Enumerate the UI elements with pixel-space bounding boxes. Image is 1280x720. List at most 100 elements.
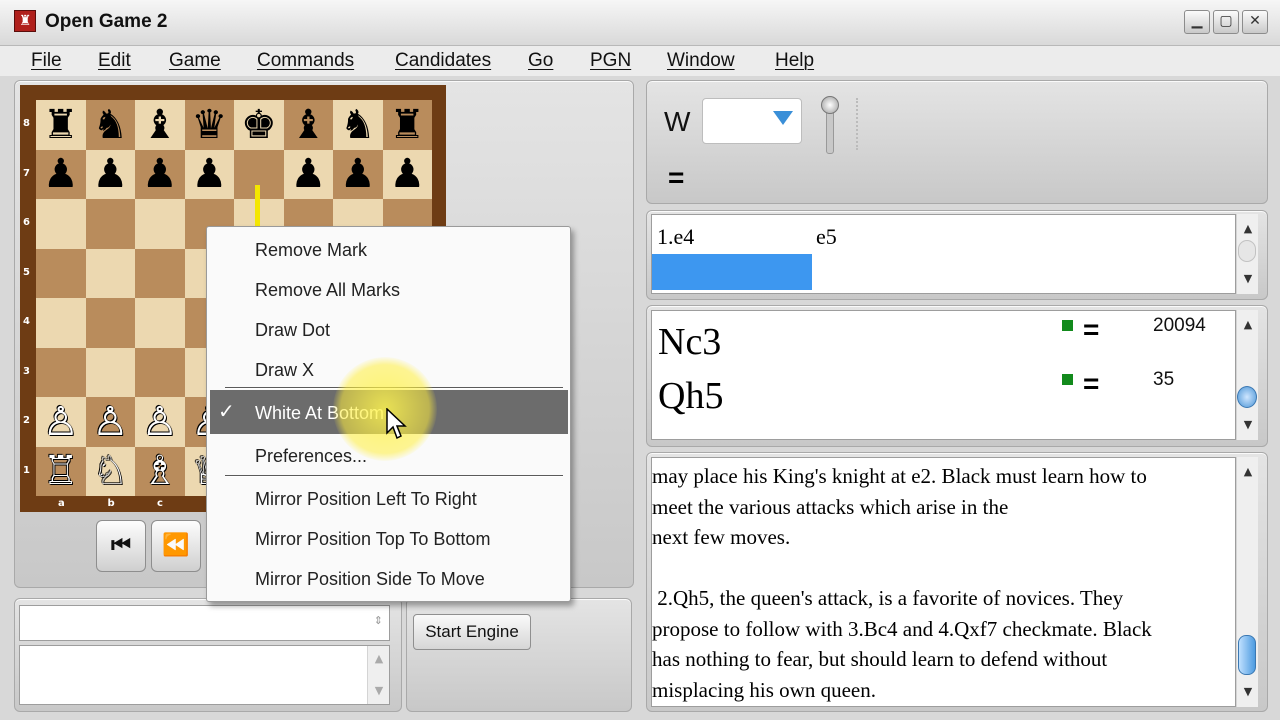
chess-piece-icon[interactable]: ♟ — [191, 154, 227, 194]
board-square[interactable]: ♝ — [283, 100, 333, 150]
board-square[interactable]: ♟ — [184, 149, 234, 199]
spin-arrows-icon[interactable]: ⇕ — [374, 614, 383, 627]
scroll-down-arrow-icon[interactable]: ▼ — [1240, 685, 1256, 698]
board-square[interactable]: ♞ — [85, 100, 135, 150]
chess-piece-icon[interactable]: ♝ — [142, 105, 178, 145]
menu-file[interactable]: File — [31, 50, 62, 72]
menu-item-remove-mark[interactable]: Remove Mark — [255, 240, 367, 261]
board-square[interactable] — [135, 248, 185, 298]
black-move[interactable]: e5 — [816, 224, 837, 250]
chess-piece-icon[interactable]: ♜ — [389, 105, 425, 145]
board-square[interactable] — [36, 248, 86, 298]
board-square[interactable]: ♜ — [36, 100, 86, 150]
board-square[interactable] — [85, 248, 135, 298]
engine-output-area[interactable]: ▲ ▼ — [19, 645, 390, 705]
board-square[interactable]: ♟ — [283, 149, 333, 199]
board-square[interactable] — [85, 199, 135, 249]
scroll-down-arrow-icon[interactable]: ▼ — [371, 684, 387, 697]
board-square[interactable] — [135, 199, 185, 249]
chess-piece-icon[interactable]: ♗ — [142, 451, 178, 491]
candidates-scroll-thumb[interactable] — [1237, 386, 1257, 408]
board-square[interactable] — [85, 347, 135, 397]
board-square[interactable]: ♛ — [184, 100, 234, 150]
chess-piece-icon[interactable]: ♖ — [43, 451, 79, 491]
chess-piece-icon[interactable]: ♝ — [290, 105, 326, 145]
chess-piece-icon[interactable]: ♞ — [340, 105, 376, 145]
chess-piece-icon[interactable]: ♘ — [92, 451, 128, 491]
board-square[interactable]: ♟ — [333, 149, 383, 199]
scroll-up-arrow-icon[interactable]: ▲ — [371, 652, 387, 665]
chess-piece-icon[interactable]: ♙ — [43, 402, 79, 442]
chess-piece-icon[interactable]: ♛ — [191, 105, 227, 145]
menu-item-mirror-left-right[interactable]: Mirror Position Left To Right — [255, 489, 477, 510]
menu-commands[interactable]: Commands — [257, 50, 354, 72]
menu-edit[interactable]: Edit — [98, 50, 131, 72]
menu-game[interactable]: Game — [169, 50, 221, 72]
first-move-button[interactable]: ⏮ — [96, 520, 146, 572]
board-square[interactable] — [36, 347, 86, 397]
candidates-list[interactable] — [651, 310, 1236, 440]
board-square[interactable]: ♟ — [135, 149, 185, 199]
start-engine-button[interactable]: Start Engine — [413, 614, 531, 650]
moves-scroll-thumb[interactable] — [1238, 240, 1256, 262]
menu-candidates[interactable]: Candidates — [395, 50, 491, 72]
board-square[interactable] — [135, 298, 185, 348]
menu-window[interactable]: Window — [667, 50, 735, 72]
notes-scroll-thumb[interactable] — [1238, 635, 1256, 675]
board-square[interactable]: ♖ — [36, 446, 86, 496]
maximize-button[interactable]: ▢ — [1213, 10, 1239, 34]
scroll-up-arrow-icon[interactable]: ▲ — [1240, 465, 1256, 478]
previous-move-button[interactable]: ⏪ — [151, 520, 201, 572]
scroll-up-arrow-icon[interactable]: ▲ — [1240, 318, 1256, 331]
eval-slider-thumb[interactable] — [821, 96, 839, 114]
chess-piece-icon[interactable]: ♜ — [43, 105, 79, 145]
chess-piece-icon[interactable]: ♟ — [92, 154, 128, 194]
candidate-move[interactable]: Qh5 — [658, 374, 723, 418]
board-square[interactable]: ♗ — [135, 446, 185, 496]
board-square[interactable]: ♙ — [85, 397, 135, 447]
menu-item-draw-dot[interactable]: Draw Dot — [255, 320, 330, 341]
board-square[interactable]: ♜ — [382, 100, 432, 150]
board-square[interactable]: ♟ — [382, 149, 432, 199]
board-square[interactable]: ♞ — [333, 100, 383, 150]
moves-scrollbar[interactable]: ▲ ▼ — [1236, 214, 1258, 294]
scroll-up-arrow-icon[interactable]: ▲ — [1240, 222, 1256, 235]
board-square[interactable] — [85, 298, 135, 348]
chess-piece-icon[interactable]: ♞ — [92, 105, 128, 145]
chess-app-icon[interactable]: ♜ — [14, 10, 36, 32]
chess-piece-icon[interactable]: ♟ — [340, 154, 376, 194]
eval-dropdown[interactable] — [702, 98, 802, 144]
board-square[interactable]: ♟ — [85, 149, 135, 199]
menu-item-mirror-side-to-move[interactable]: Mirror Position Side To Move — [255, 569, 485, 590]
menu-go[interactable]: Go — [528, 50, 553, 72]
chess-piece-icon[interactable]: ♟ — [142, 154, 178, 194]
board-square[interactable]: ♚ — [234, 100, 284, 150]
board-square[interactable] — [36, 199, 86, 249]
board-square[interactable]: ♙ — [36, 397, 86, 447]
white-move[interactable]: 1.e4 — [657, 224, 694, 250]
board-square[interactable]: ♘ — [85, 446, 135, 496]
minimize-button[interactable]: ▁ — [1184, 10, 1210, 34]
chess-piece-icon[interactable]: ♟ — [43, 154, 79, 194]
chess-piece-icon[interactable]: ♙ — [92, 402, 128, 442]
menu-help[interactable]: Help — [775, 50, 814, 72]
chess-piece-icon[interactable]: ♟ — [389, 154, 425, 194]
chess-piece-icon[interactable]: ♚ — [241, 105, 277, 145]
scroll-down-arrow-icon[interactable]: ▼ — [1240, 272, 1256, 285]
board-square[interactable]: ♙ — [135, 397, 185, 447]
engine-line-field[interactable]: ⇕ — [19, 605, 390, 641]
close-button[interactable]: ✕ — [1242, 10, 1268, 34]
board-square[interactable] — [135, 347, 185, 397]
menu-item-draw-x[interactable]: Draw X — [255, 360, 314, 381]
menu-item-remove-all-marks[interactable]: Remove All Marks — [255, 280, 400, 301]
engine-output-scrollbar[interactable]: ▲ ▼ — [367, 646, 389, 704]
chess-piece-icon[interactable]: ♙ — [142, 402, 178, 442]
scroll-down-arrow-icon[interactable]: ▼ — [1240, 418, 1256, 431]
board-square[interactable] — [36, 298, 86, 348]
menu-item-mirror-top-bottom[interactable]: Mirror Position Top To Bottom — [255, 529, 490, 550]
menu-item-preferences[interactable]: Preferences... — [255, 446, 367, 467]
board-square[interactable]: ♝ — [135, 100, 185, 150]
candidates-scrollbar[interactable]: ▲ ▼ — [1236, 310, 1258, 440]
candidate-move[interactable]: Nc3 — [658, 320, 721, 364]
notes-scrollbar[interactable]: ▲ ▼ — [1236, 457, 1258, 707]
